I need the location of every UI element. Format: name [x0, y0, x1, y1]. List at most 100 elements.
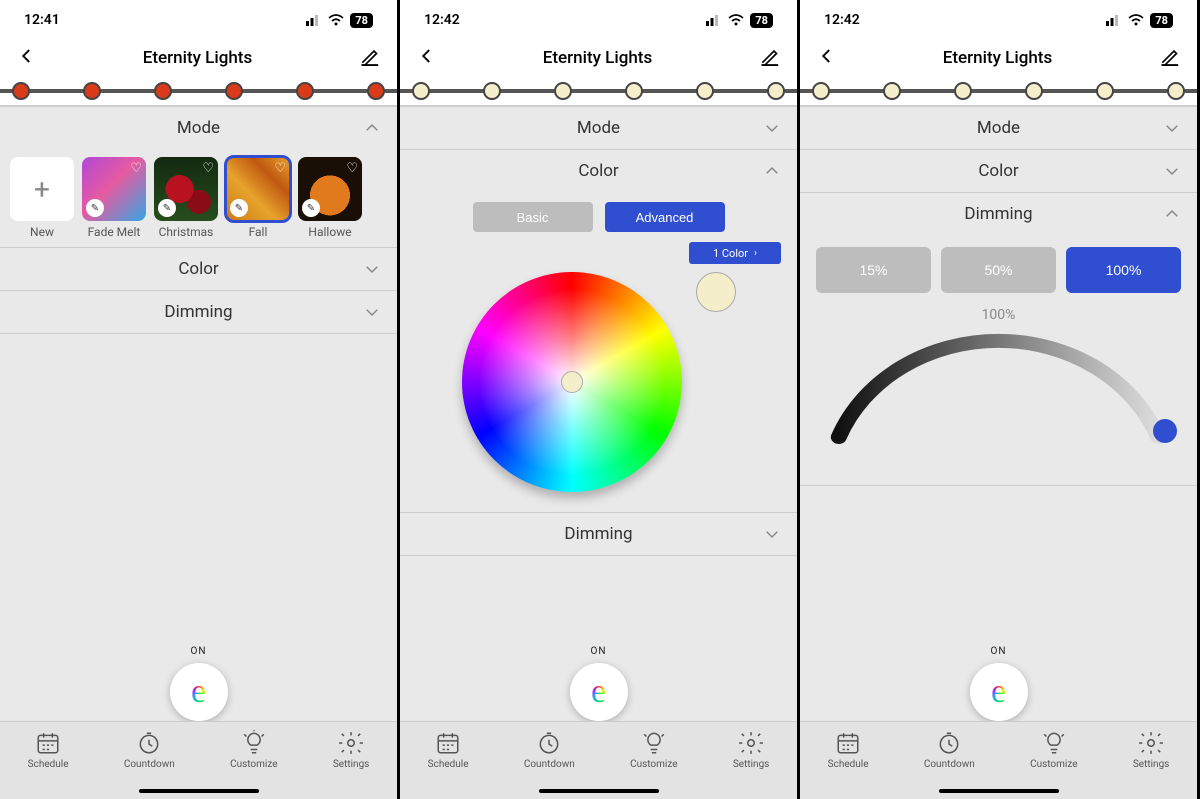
dimming-value-label: 100%	[816, 307, 1181, 323]
color-mode-toggle: Basic Advanced	[416, 202, 781, 232]
color-panel: Basic Advanced 1 Color ›	[400, 192, 797, 512]
tab-schedule[interactable]: Schedule	[28, 730, 69, 770]
edit-button[interactable]	[759, 46, 779, 71]
mode-list[interactable]: + New ♡ ✎ Fade Melt ♡ ✎ Christmas	[0, 149, 397, 247]
mode-item-halloween[interactable]: ♡ ✎ Hallowe	[298, 157, 362, 239]
clock-icon	[536, 730, 562, 756]
pencil-icon[interactable]: ✎	[86, 199, 104, 217]
tab-schedule[interactable]: Schedule	[828, 730, 869, 770]
chevron-down-icon	[763, 119, 781, 137]
tab-countdown[interactable]: Countdown	[924, 730, 975, 770]
led-preview	[400, 76, 797, 106]
color-header[interactable]: Color	[800, 150, 1197, 192]
screen-color: 12:42 78 Eternity Lights Mode	[397, 0, 797, 799]
dimming-presets: 15% 50% 100%	[816, 247, 1181, 293]
cell-signal-icon	[306, 14, 322, 26]
status-time: 12:42	[824, 12, 860, 28]
color-count-pill[interactable]: 1 Color ›	[689, 242, 781, 264]
dimming-header-label: Dimming	[564, 524, 632, 544]
mode-item-new[interactable]: + New	[10, 157, 74, 239]
power-state-label: ON	[190, 646, 206, 657]
bulb-icon	[241, 730, 267, 756]
wifi-icon	[728, 14, 744, 26]
mode-header[interactable]: Mode	[400, 107, 797, 149]
dim-preset-15[interactable]: 15%	[816, 247, 931, 293]
chevron-down-icon	[363, 260, 381, 278]
tab-settings[interactable]: Settings	[333, 730, 370, 770]
mode-header-label: Mode	[577, 118, 620, 138]
pencil-icon[interactable]: ✎	[158, 199, 176, 217]
color-wheel[interactable]	[462, 272, 682, 492]
power-button[interactable]: e	[170, 663, 228, 721]
plus-icon[interactable]: +	[10, 157, 74, 221]
tab-customize[interactable]: Customize	[1030, 730, 1077, 770]
color-header-label: Color	[978, 161, 1018, 181]
color-header[interactable]: Color	[0, 248, 397, 290]
chevron-up-icon	[1163, 205, 1181, 223]
chevron-up-icon	[363, 119, 381, 137]
current-color-swatch[interactable]	[696, 272, 736, 312]
edit-button[interactable]	[1159, 46, 1179, 71]
color-wheel-cursor[interactable]	[561, 371, 583, 393]
home-indicator[interactable]	[939, 789, 1059, 793]
mode-header-label: Mode	[177, 118, 220, 138]
logo-icon: e	[191, 673, 206, 711]
gear-icon	[338, 730, 364, 756]
home-indicator[interactable]	[139, 789, 259, 793]
back-button[interactable]	[18, 47, 36, 70]
tab-settings[interactable]: Settings	[733, 730, 770, 770]
clock-icon	[136, 730, 162, 756]
status-icons: 78	[306, 13, 373, 28]
calendar-icon	[35, 730, 61, 756]
color-header[interactable]: Color	[400, 150, 797, 192]
dimming-header-label: Dimming	[164, 302, 232, 322]
tab-bar: Schedule Countdown Customize Settings	[0, 721, 397, 799]
page-title: Eternity Lights	[36, 48, 359, 68]
tab-customize[interactable]: Customize	[630, 730, 677, 770]
pencil-icon[interactable]: ✎	[302, 199, 320, 217]
mode-header[interactable]: Mode	[800, 107, 1197, 149]
mode-item-fall[interactable]: ♡ ✎ Fall	[226, 157, 290, 239]
page-title: Eternity Lights	[436, 48, 759, 68]
screen-dimming: 12:42 78 Eternity Lights Mode	[797, 0, 1200, 799]
dimming-header[interactable]: Dimming	[400, 513, 797, 555]
edit-button[interactable]	[359, 46, 379, 71]
tab-countdown[interactable]: Countdown	[124, 730, 175, 770]
color-header-label: Color	[178, 259, 218, 279]
app-header: Eternity Lights	[800, 40, 1197, 76]
pencil-icon[interactable]: ✎	[230, 199, 248, 217]
tab-bar: Schedule Countdown Customize Settings	[800, 721, 1197, 799]
mode-header[interactable]: Mode	[0, 107, 397, 149]
battery-badge: 78	[1150, 13, 1173, 28]
dimming-header[interactable]: Dimming	[0, 291, 397, 333]
power-button[interactable]: e	[570, 663, 628, 721]
tab-schedule[interactable]: Schedule	[428, 730, 469, 770]
back-button[interactable]	[418, 47, 436, 70]
chevron-up-icon	[763, 162, 781, 180]
gear-icon	[1138, 730, 1164, 756]
power-state-label: ON	[590, 646, 606, 657]
dim-preset-50[interactable]: 50%	[941, 247, 1056, 293]
tab-customize[interactable]: Customize	[230, 730, 277, 770]
page-title: Eternity Lights	[836, 48, 1159, 68]
mode-item-fademelt[interactable]: ♡ ✎ Fade Melt	[82, 157, 146, 239]
app-header: Eternity Lights	[400, 40, 797, 76]
advanced-button[interactable]: Advanced	[605, 202, 725, 232]
tab-countdown[interactable]: Countdown	[524, 730, 575, 770]
mode-item-christmas[interactable]: ♡ ✎ Christmas	[154, 157, 218, 239]
dimming-slider-knob[interactable]	[1153, 419, 1177, 443]
dimming-header[interactable]: Dimming	[800, 193, 1197, 235]
dimming-arc-slider[interactable]	[816, 327, 1181, 457]
status-bar: 12:42 78	[400, 0, 797, 40]
home-indicator[interactable]	[539, 789, 659, 793]
gear-icon	[738, 730, 764, 756]
mode-header-label: Mode	[977, 118, 1020, 138]
tab-settings[interactable]: Settings	[1133, 730, 1170, 770]
dim-preset-100[interactable]: 100%	[1066, 247, 1181, 293]
tab-bar: Schedule Countdown Customize Settings	[400, 721, 797, 799]
heart-icon: ♡	[274, 161, 286, 176]
bulb-icon	[641, 730, 667, 756]
basic-button[interactable]: Basic	[473, 202, 593, 232]
back-button[interactable]	[818, 47, 836, 70]
power-button[interactable]: e	[970, 663, 1028, 721]
